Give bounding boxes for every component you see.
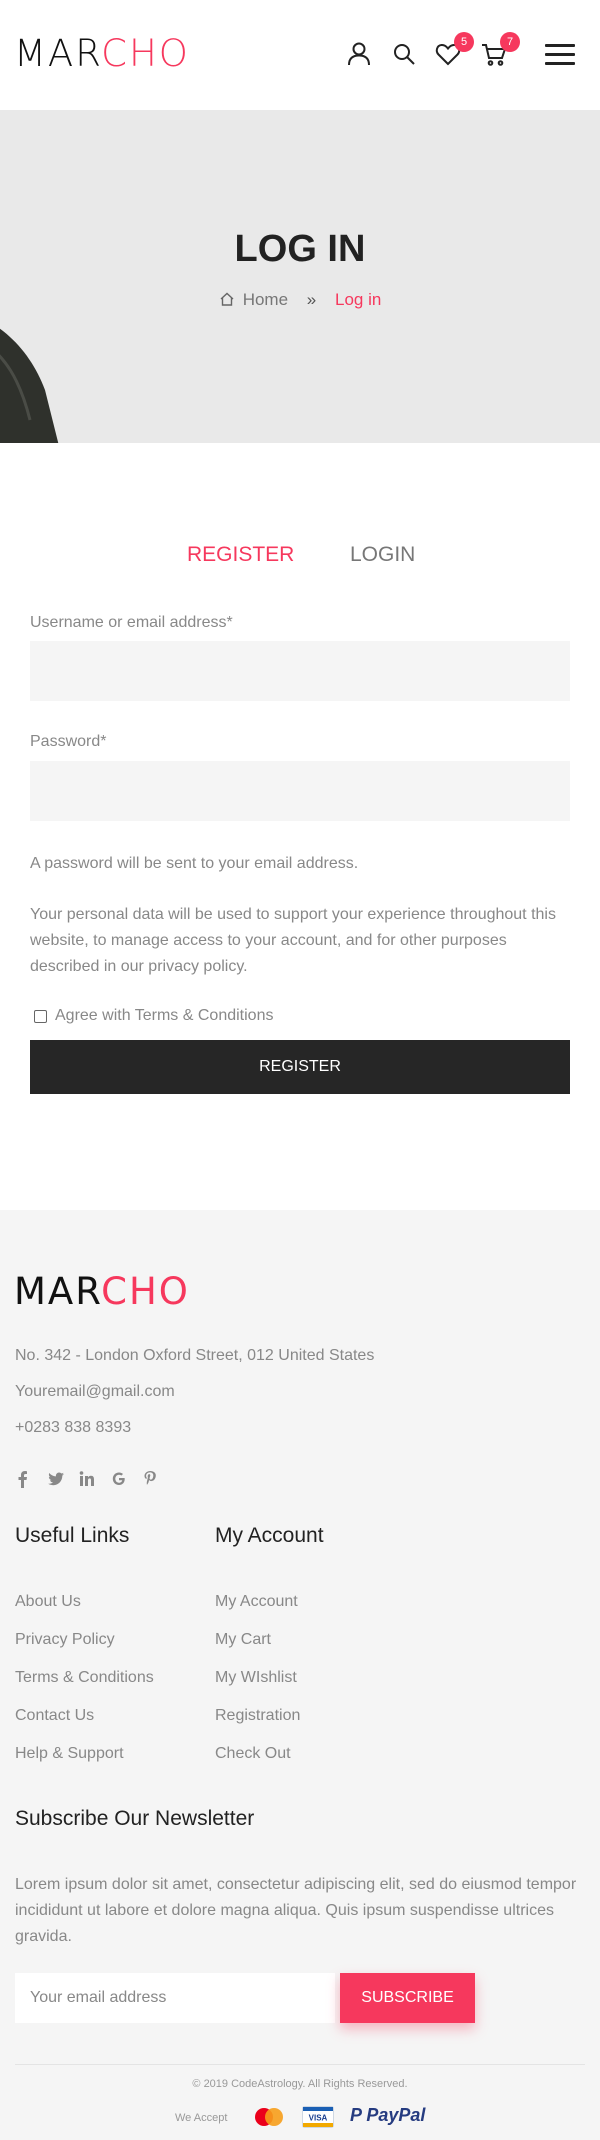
tab-register[interactable]: REGISTER [187, 543, 294, 567]
site-footer: MARCHO No. 342 - London Oxford Street, 0… [0, 1210, 600, 2140]
my-account-title: My Account [215, 1524, 324, 1547]
username-label: Username or email address* [30, 614, 233, 631]
pinterest-icon[interactable] [143, 1470, 159, 1488]
privacy-note: Your personal data will be used to suppo… [30, 906, 556, 975]
wishlist-count-badge: 5 [454, 32, 474, 52]
footer-email[interactable]: Youremail@gmail.com [15, 1383, 175, 1401]
newsletter-text: Lorem ipsum dolor sit amet, consectetur … [15, 1876, 577, 1945]
footer-logo[interactable]: MARCHO [14, 1272, 190, 1312]
footer-link-my-cart[interactable]: My Cart [215, 1631, 271, 1649]
agree-label: Agree with Terms & Conditions [55, 1007, 274, 1024]
password-label: Password* [30, 733, 107, 750]
copyright-text: © 2019 CodeAstrology. All Rights Reserve… [192, 2078, 408, 2090]
breadcrumb: Home » Log in [0, 290, 600, 310]
newsletter-title: Subscribe Our Newsletter [15, 1807, 255, 1830]
paypal-text: PayPal [366, 2105, 426, 2125]
password-note: A password will be sent to your email ad… [30, 855, 359, 872]
footer-link-privacy-policy[interactable]: Privacy Policy [15, 1631, 115, 1649]
footer-divider [15, 2064, 585, 2065]
useful-links-title: Useful Links [15, 1524, 130, 1547]
we-accept-label: We Accept [175, 2112, 228, 2124]
username-input[interactable] [30, 641, 570, 701]
footer-link-contact-us[interactable]: Contact Us [15, 1707, 94, 1725]
footer-phone[interactable]: +0283 838 8393 [15, 1419, 131, 1437]
linkedin-icon[interactable] [79, 1470, 95, 1488]
site-header: MARCHO 5 7 [0, 0, 600, 110]
breadcrumb-home-link[interactable]: Home [243, 290, 288, 309]
footer-link-terms[interactable]: Terms & Conditions [15, 1669, 154, 1687]
mastercard-icon [255, 2108, 283, 2126]
footer-link-my-account[interactable]: My Account [215, 1593, 298, 1611]
footer-link-registration[interactable]: Registration [215, 1707, 300, 1725]
menu-icon[interactable] [545, 44, 575, 66]
footer-logo-text-dark: MAR [14, 1270, 102, 1313]
logo-text-dark: MAR [14, 32, 102, 75]
footer-link-about-us[interactable]: About Us [15, 1593, 81, 1611]
twitter-icon[interactable] [47, 1470, 64, 1488]
search-icon[interactable] [390, 40, 418, 68]
user-icon[interactable] [345, 40, 373, 68]
agree-checkbox[interactable] [34, 1009, 47, 1023]
newsletter-email-input[interactable]: Your email address [15, 1973, 335, 2023]
footer-address: No. 342 - London Oxford Street, 012 Unit… [15, 1347, 375, 1364]
cart-count-badge: 7 [500, 32, 520, 52]
paypal-icon: P PayPal [350, 2105, 426, 2125]
social-links [15, 1470, 159, 1488]
visa-icon: VISA [302, 2106, 334, 2128]
wishlist-button[interactable]: 5 [434, 32, 474, 68]
google-icon[interactable] [111, 1470, 127, 1488]
breadcrumb-current: Log in [334, 290, 382, 309]
subscribe-button[interactable]: SUBSCRIBE [340, 1973, 475, 2023]
agree-terms[interactable]: Agree with Terms & Conditions [34, 1007, 273, 1025]
tab-login[interactable]: LOGIN [350, 543, 415, 567]
logo-text-red: CHO [101, 32, 190, 75]
visa-text: VISA [309, 2114, 328, 2123]
banner-product-image [0, 328, 59, 443]
page-banner: LOG IN Home » Log in [0, 110, 600, 443]
cart-button[interactable]: 7 [480, 32, 520, 68]
footer-logo-text-red: CHO [101, 1270, 190, 1313]
password-input[interactable] [30, 761, 570, 821]
breadcrumb-separator-icon: » [306, 290, 317, 309]
footer-link-check-out[interactable]: Check Out [215, 1745, 291, 1763]
site-logo[interactable]: MARCHO [14, 34, 190, 74]
facebook-icon[interactable] [15, 1470, 31, 1488]
footer-link-my-wishlist[interactable]: My WIshlist [215, 1669, 297, 1687]
footer-link-help-support[interactable]: Help & Support [15, 1745, 124, 1763]
register-button[interactable]: REGISTER [30, 1040, 570, 1094]
home-icon [220, 292, 234, 306]
page-title: LOG IN [234, 228, 366, 270]
